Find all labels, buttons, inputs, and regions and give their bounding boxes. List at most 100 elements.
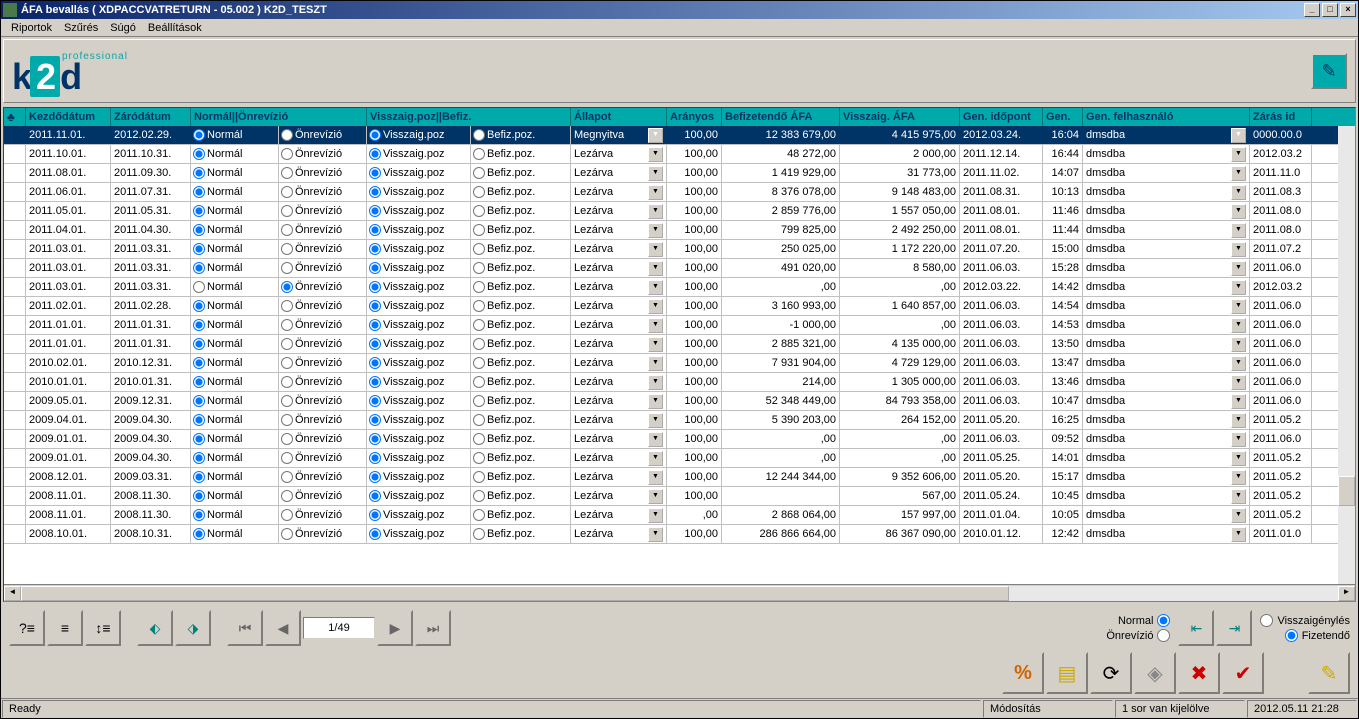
dropdown-icon[interactable]: ▼ — [1231, 413, 1246, 428]
vertical-scrollbar[interactable] — [1338, 126, 1355, 584]
cell-normal[interactable]: Normál — [191, 297, 279, 315]
dropdown-icon[interactable]: ▼ — [1231, 242, 1246, 257]
cell-visszaig[interactable]: Visszaig.poz — [367, 468, 471, 486]
cell-genuser[interactable]: dmsdba▼ — [1083, 506, 1250, 524]
cell-allapot[interactable]: Megnyitva▼ — [571, 126, 667, 144]
radio-normal-row[interactable] — [193, 509, 205, 521]
tb-btn-2[interactable]: ≡ — [47, 610, 83, 646]
cell-normal[interactable]: Normál — [191, 392, 279, 410]
radio-visszaig-row[interactable] — [369, 357, 381, 369]
radio-normal-row[interactable] — [193, 433, 205, 445]
header-gen-time[interactable]: Gen. — [1043, 108, 1083, 126]
tb-first-button[interactable]: ⏮ — [227, 610, 263, 646]
cell-allapot[interactable]: Lezárva▼ — [571, 373, 667, 391]
radio-befiz-row[interactable] — [473, 224, 485, 236]
radio-normal[interactable] — [1157, 614, 1170, 627]
tb-arrow-right[interactable]: ⇥ — [1216, 610, 1252, 646]
hscroll-left[interactable]: ◄ — [4, 586, 21, 601]
cell-normal[interactable]: Normál — [191, 525, 279, 543]
cell-normal[interactable]: Normál — [191, 183, 279, 201]
radio-befiz-row[interactable] — [473, 471, 485, 483]
dropdown-icon[interactable]: ▼ — [1231, 451, 1246, 466]
radio-normal-row[interactable] — [193, 224, 205, 236]
dropdown-icon[interactable]: ▼ — [1231, 204, 1246, 219]
cell-onrev[interactable]: Önrevízió — [279, 316, 367, 334]
cell-normal[interactable]: Normál — [191, 240, 279, 258]
cell-genuser[interactable]: dmsdba▼ — [1083, 164, 1250, 182]
radio-normal-row[interactable] — [193, 148, 205, 160]
menu-sugo[interactable]: Súgó — [104, 21, 142, 35]
dropdown-icon[interactable]: ▼ — [1231, 280, 1246, 295]
radio-onrevizio[interactable] — [1157, 629, 1170, 642]
radio-befiz-row[interactable] — [473, 262, 485, 274]
radio-normal-row[interactable] — [193, 300, 205, 312]
radio-visszaigenyes[interactable] — [1260, 614, 1273, 627]
dropdown-icon[interactable]: ▼ — [648, 527, 663, 542]
radio-visszaig-row[interactable] — [369, 376, 381, 388]
cell-visszaig[interactable]: Visszaig.poz — [367, 373, 471, 391]
cell-visszaig[interactable]: Visszaig.poz — [367, 145, 471, 163]
cell-onrev[interactable]: Önrevízió — [279, 278, 367, 296]
table-row[interactable]: 2011.03.01.2011.03.31.NormálÖnrevízióVis… — [4, 259, 1355, 278]
table-row[interactable]: 2011.04.01.2011.04.30.NormálÖnrevízióVis… — [4, 221, 1355, 240]
dropdown-icon[interactable]: ▼ — [648, 451, 663, 466]
cell-allapot[interactable]: Lezárva▼ — [571, 278, 667, 296]
header-befizetendo-afa[interactable]: Befizetendő ÁFA — [722, 108, 840, 126]
dropdown-icon[interactable]: ▼ — [648, 413, 663, 428]
cell-befiz[interactable]: Befiz.poz. — [471, 240, 571, 258]
radio-normal-row[interactable] — [193, 376, 205, 388]
radio-normal-row[interactable] — [193, 281, 205, 293]
cell-genuser[interactable]: dmsdba▼ — [1083, 468, 1250, 486]
vscroll-thumb[interactable] — [1338, 476, 1355, 506]
cell-onrev[interactable]: Önrevízió — [279, 240, 367, 258]
table-row[interactable]: 2008.12.01.2009.03.31.NormálÖnrevízióVis… — [4, 468, 1355, 487]
radio-befiz-row[interactable] — [473, 452, 485, 464]
hscroll-right[interactable]: ► — [1338, 586, 1355, 601]
cell-genuser[interactable]: dmsdba▼ — [1083, 316, 1250, 334]
menu-riportok[interactable]: Riportok — [5, 21, 58, 35]
table-row[interactable]: 2011.03.01.2011.03.31.NormálÖnrevízióVis… — [4, 278, 1355, 297]
cell-visszaig[interactable]: Visszaig.poz — [367, 164, 471, 182]
radio-normal-row[interactable] — [193, 262, 205, 274]
radio-visszaig-row[interactable] — [369, 528, 381, 540]
cell-normal[interactable]: Normál — [191, 221, 279, 239]
radio-onrev-row[interactable] — [281, 376, 293, 388]
radio-normal-row[interactable] — [193, 129, 205, 141]
cell-allapot[interactable]: Lezárva▼ — [571, 202, 667, 220]
maximize-button[interactable]: □ — [1322, 3, 1338, 17]
cell-befiz[interactable]: Befiz.poz. — [471, 411, 571, 429]
cell-genuser[interactable]: dmsdba▼ — [1083, 411, 1250, 429]
cell-onrev[interactable]: Önrevízió — [279, 487, 367, 505]
radio-normal-row[interactable] — [193, 528, 205, 540]
radio-onrev-row[interactable] — [281, 129, 293, 141]
cell-onrev[interactable]: Önrevízió — [279, 430, 367, 448]
radio-visszaig-row[interactable] — [369, 319, 381, 331]
dropdown-icon[interactable]: ▼ — [1231, 318, 1246, 333]
radio-onrev-row[interactable] — [281, 224, 293, 236]
edit-button[interactable]: ✎ — [1311, 53, 1347, 89]
cell-befiz[interactable]: Befiz.poz. — [471, 468, 571, 486]
radio-visszaig-row[interactable] — [369, 129, 381, 141]
radio-befiz-row[interactable] — [473, 376, 485, 388]
radio-onrev-row[interactable] — [281, 300, 293, 312]
dropdown-icon[interactable]: ▼ — [648, 280, 663, 295]
dropdown-icon[interactable]: ▼ — [648, 318, 663, 333]
cell-visszaig[interactable]: Visszaig.poz — [367, 221, 471, 239]
dropdown-icon[interactable]: ▼ — [1231, 489, 1246, 504]
cell-normal[interactable]: Normál — [191, 145, 279, 163]
dropdown-icon[interactable]: ▼ — [1231, 508, 1246, 523]
header-kezdodatum[interactable]: Kezdődátum — [26, 108, 111, 126]
cell-genuser[interactable]: dmsdba▼ — [1083, 297, 1250, 315]
cell-genuser[interactable]: dmsdba▼ — [1083, 392, 1250, 410]
cell-befiz[interactable]: Befiz.poz. — [471, 145, 571, 163]
tb-btn-1[interactable]: ?≡ — [9, 610, 45, 646]
cell-visszaig[interactable]: Visszaig.poz — [367, 487, 471, 505]
radio-visszaig-row[interactable] — [369, 167, 381, 179]
cell-onrev[interactable]: Önrevízió — [279, 202, 367, 220]
cell-visszaig[interactable]: Visszaig.poz — [367, 335, 471, 353]
cell-allapot[interactable]: Lezárva▼ — [571, 259, 667, 277]
radio-visszaig-row[interactable] — [369, 414, 381, 426]
percent-icon[interactable]: % — [1002, 652, 1044, 694]
cell-befiz[interactable]: Befiz.poz. — [471, 278, 571, 296]
radio-befiz-row[interactable] — [473, 243, 485, 255]
